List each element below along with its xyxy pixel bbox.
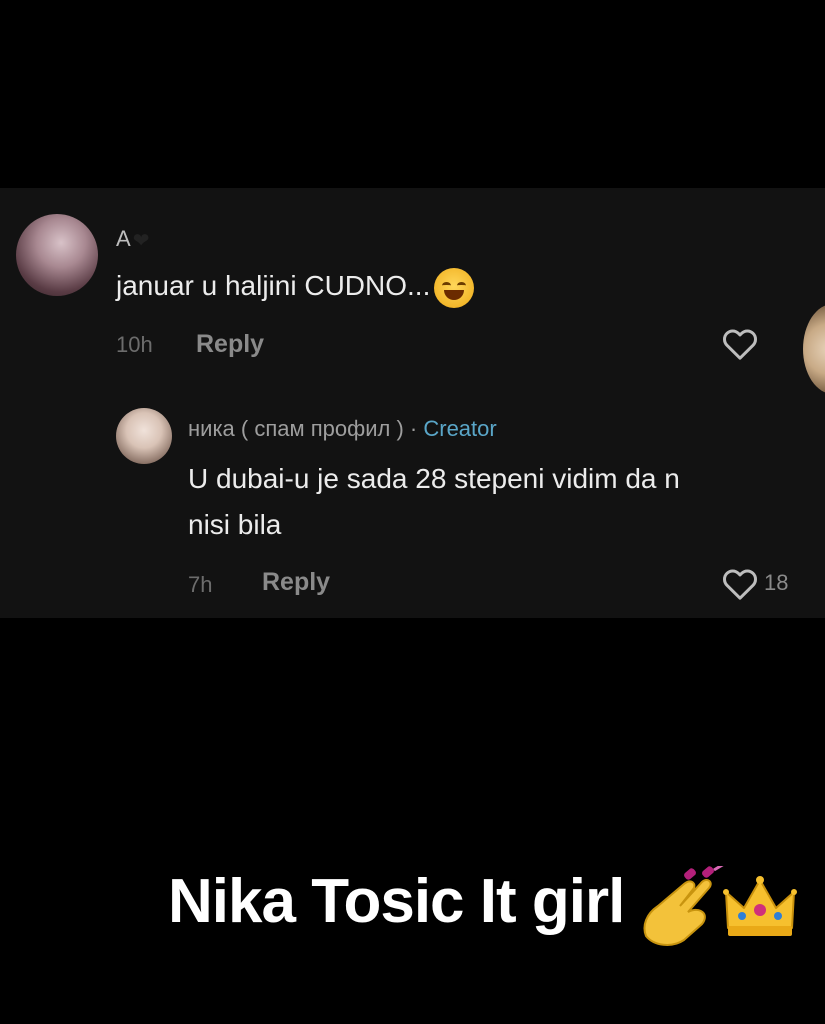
comment-timestamp: 10h xyxy=(116,332,153,357)
reply-text: U dubai-u je sada 28 stepeni vidim da n … xyxy=(188,463,680,540)
like-heart-icon[interactable] xyxy=(720,324,760,369)
comment-text: januar u haljini CUDNO... xyxy=(116,264,475,308)
caption-emojis xyxy=(640,862,810,946)
video-caption: Nika Tosic It girl xyxy=(168,867,625,936)
reply-button[interactable]: Reply xyxy=(196,330,264,359)
commenter-username[interactable]: A ❤ xyxy=(116,226,149,253)
creator-separator: · xyxy=(409,416,418,441)
laughing-emoji-icon xyxy=(434,267,475,308)
reply-reply-button[interactable]: Reply xyxy=(262,568,330,597)
comment-text-content: januar u haljini CUDNO... xyxy=(116,270,431,301)
creator-badge: Creator xyxy=(423,416,497,441)
reply-like-count: 18 xyxy=(764,570,789,595)
commenter-avatar[interactable] xyxy=(16,214,98,296)
crown-emoji-icon xyxy=(723,876,797,936)
reply-timestamp: 7h xyxy=(188,572,213,597)
black-heart-icon: ❤ xyxy=(132,229,150,252)
creator-avatar[interactable] xyxy=(116,408,172,464)
nail-polish-emoji-icon xyxy=(643,862,725,946)
commenter-username-text[interactable]: A xyxy=(116,226,131,251)
reply-like-heart-icon[interactable] xyxy=(720,564,760,609)
reply-username-row[interactable]: ника ( спам профил ) · Creator xyxy=(188,416,497,442)
reply-username[interactable]: ника ( спам профил ) xyxy=(188,416,404,441)
